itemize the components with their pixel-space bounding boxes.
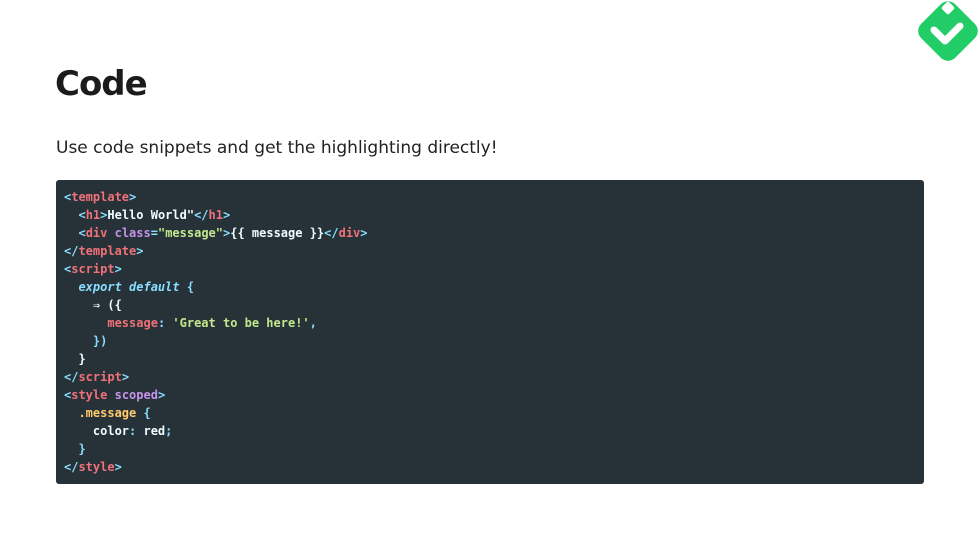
code-token: > xyxy=(114,460,122,474)
code-token: ; xyxy=(165,424,173,438)
code-line: <style scoped> xyxy=(64,386,924,404)
code-token: red xyxy=(143,424,166,438)
code-token: : xyxy=(157,316,173,330)
code-block: <template> <h1>Hello World"</h1> <div cl… xyxy=(56,180,924,484)
code-token: scoped xyxy=(114,388,158,402)
code-token: </ xyxy=(64,460,79,474)
code-token: div xyxy=(338,226,361,240)
code-token: export default xyxy=(78,280,180,294)
code-token: script xyxy=(71,262,115,276)
code-token: > xyxy=(136,244,144,258)
code-token: > xyxy=(121,370,130,384)
code-token: : xyxy=(129,424,144,438)
code-token: }) xyxy=(92,334,108,348)
code-token: "message" xyxy=(157,226,223,240)
code-line: } xyxy=(64,440,924,458)
check-badge-icon xyxy=(910,0,980,66)
code-line: color: red; xyxy=(64,422,924,440)
code-token: script xyxy=(78,370,122,384)
code-token: template xyxy=(78,244,137,258)
code-token: } xyxy=(78,352,86,366)
code-line: <div class="message">{{ message }}</div> xyxy=(64,224,924,242)
code-line: export default { xyxy=(64,278,924,296)
code-line: .message { xyxy=(64,404,924,422)
code-token: </ xyxy=(64,244,79,258)
code-token: < xyxy=(78,208,86,222)
code-token: } xyxy=(78,442,86,456)
code-token: > xyxy=(114,262,122,276)
code-token: </ xyxy=(64,370,79,384)
code-line: <script> xyxy=(64,260,924,278)
code-token: template xyxy=(71,190,130,204)
code-line: <h1>Hello World"</h1> xyxy=(64,206,924,224)
code-token: </ xyxy=(324,226,339,240)
code-line: </style> xyxy=(64,458,924,476)
code-token: {{ message }} xyxy=(230,226,325,240)
code-line: }) xyxy=(64,332,924,350)
code-token: < xyxy=(78,226,86,240)
code-token: h1 xyxy=(85,208,101,222)
code-token: > xyxy=(129,190,137,204)
code-token: message xyxy=(107,316,158,330)
code-token: > xyxy=(222,208,231,222)
code-token: color xyxy=(92,424,130,438)
code-token: > xyxy=(157,388,166,402)
code-line: } xyxy=(64,350,924,368)
code-token: { xyxy=(136,406,151,420)
code-token: 'Great to be here!' xyxy=(172,316,310,330)
code-token: , xyxy=(309,316,317,330)
code-line: </template> xyxy=(64,242,924,260)
code-token: </ xyxy=(194,208,209,222)
code-token: class xyxy=(114,226,151,240)
slide-subtitle: Use code snippets and get the highlighti… xyxy=(56,138,498,158)
code-line: <template> xyxy=(64,188,924,206)
code-line: message: 'Great to be here!', xyxy=(64,314,924,332)
code-token: style xyxy=(78,460,115,474)
code-token: { xyxy=(179,280,195,294)
code-token: ⇒ ({ xyxy=(92,298,122,312)
code-line: </script> xyxy=(64,368,924,386)
code-token: > xyxy=(360,226,368,240)
code-token: div xyxy=(85,226,108,240)
code-token: Hello World" xyxy=(107,208,195,222)
code-token: style xyxy=(71,388,108,402)
code-line: ⇒ ({ xyxy=(64,296,924,314)
slide-title: Code xyxy=(55,64,148,104)
code-token: = xyxy=(150,226,158,240)
code-token: .message xyxy=(78,406,137,420)
code-token: h1 xyxy=(208,208,223,222)
